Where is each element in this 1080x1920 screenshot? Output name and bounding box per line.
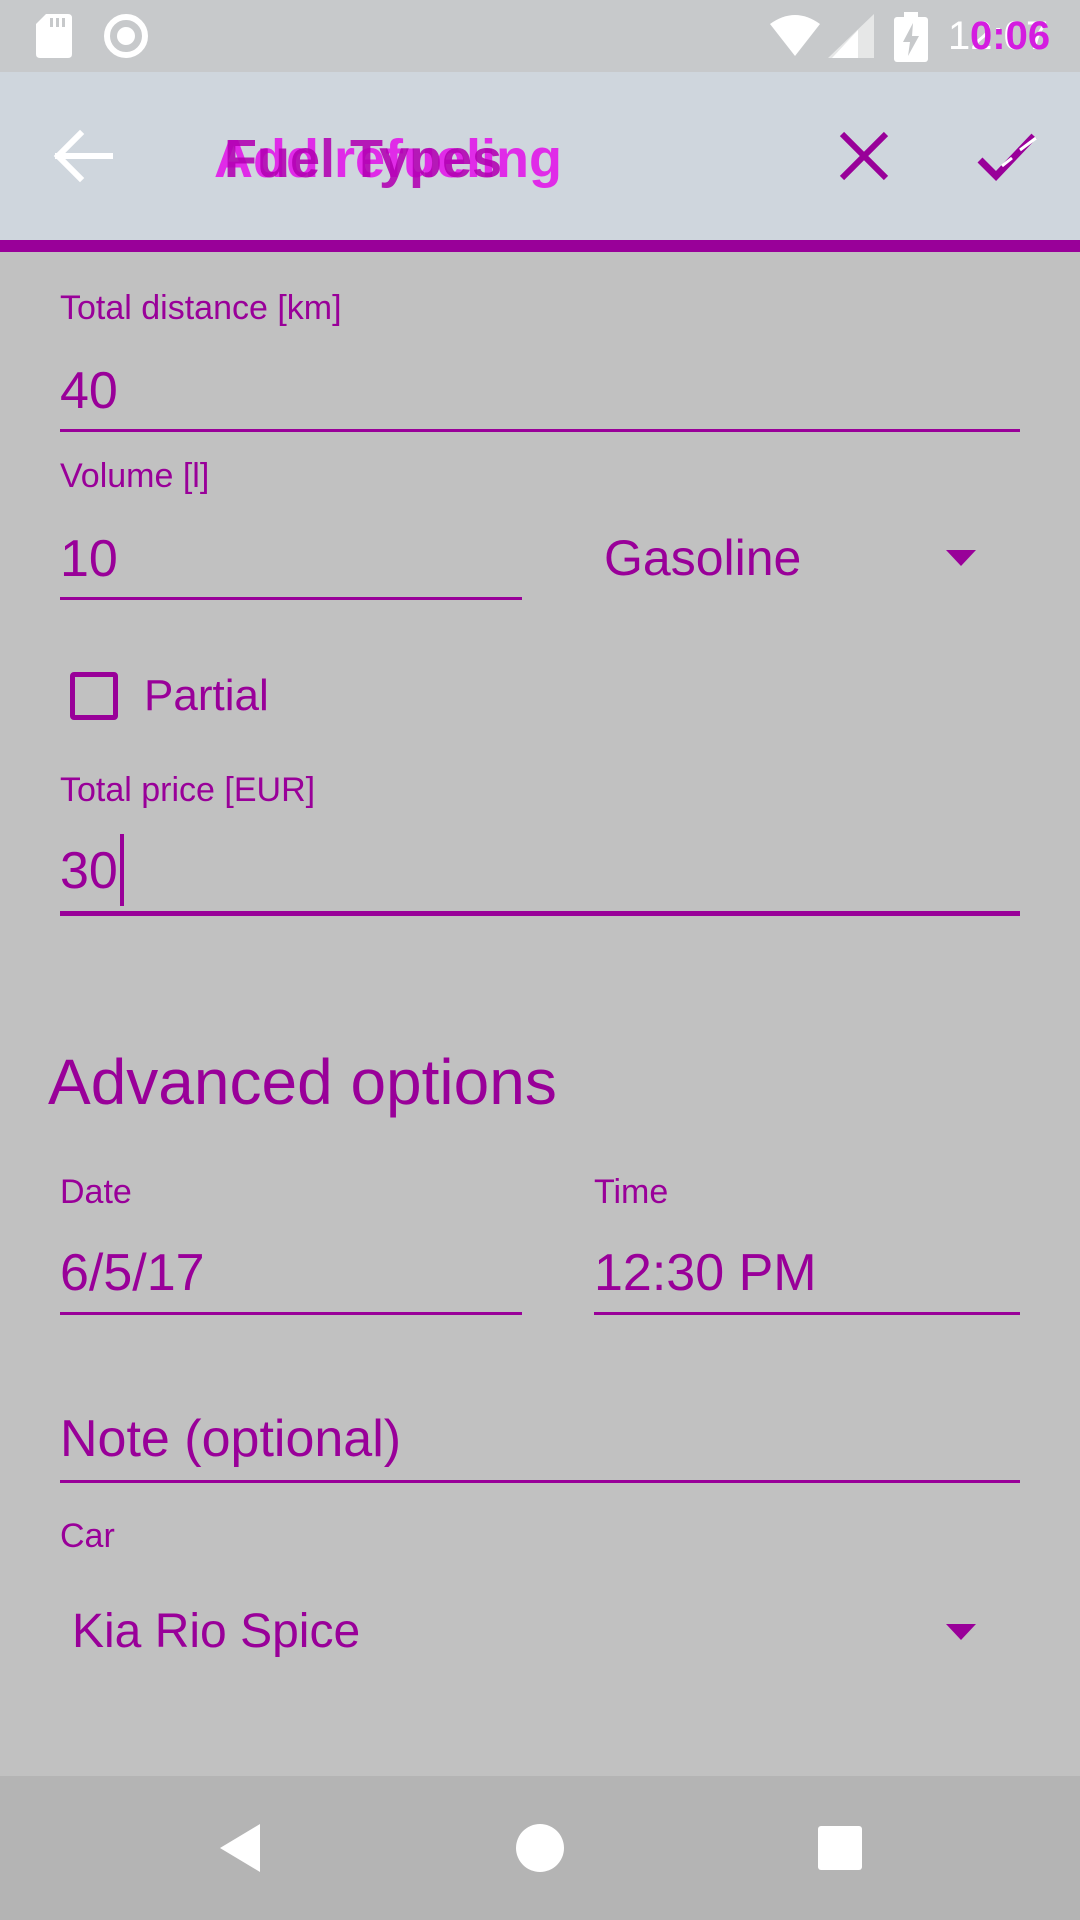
page-title: Add refueling Fuel Types [214, 124, 634, 194]
text-cursor [120, 834, 124, 906]
close-icon[interactable] [836, 124, 892, 188]
sd-card-icon [36, 14, 72, 58]
fuel-type-value: Gasoline [604, 530, 802, 586]
nav-back-icon[interactable] [216, 1822, 264, 1874]
wifi-icon [770, 15, 820, 56]
date-field[interactable]: 6/5/17 [60, 1242, 205, 1304]
partial-label[interactable]: Partial [144, 668, 269, 724]
date-label: Date [60, 1173, 132, 1211]
total-distance-label: Total distance [km] [60, 289, 342, 327]
volume-input[interactable]: 10 [60, 528, 118, 590]
circle-icon [104, 14, 148, 58]
total-price-input[interactable]: 30 [60, 840, 118, 902]
dropdown-arrow-icon [946, 550, 976, 566]
signal-icon [828, 14, 874, 58]
note-underline [60, 1480, 1020, 1483]
status-time-overlay: 0:06 [970, 14, 1051, 58]
total-price-label: Total price [EUR] [60, 771, 316, 809]
time-field[interactable]: 12:30 PM [594, 1242, 817, 1304]
done-all-icon[interactable] [976, 124, 1040, 188]
volume-underline [60, 597, 522, 600]
dropdown-arrow-icon [946, 1624, 976, 1640]
partial-checkbox[interactable] [70, 672, 118, 720]
car-label: Car [60, 1517, 115, 1555]
total-distance-input[interactable]: 40 [60, 360, 118, 422]
car-dropdown[interactable]: Kia Rio Spice [72, 1600, 984, 1664]
status-bar: 12:07 0:06 [0, 0, 1080, 72]
back-arrow-icon[interactable] [50, 124, 114, 188]
battery-charging-icon [894, 12, 928, 62]
note-input[interactable]: Note (optional) [60, 1408, 401, 1470]
volume-label: Volume [l] [60, 457, 210, 495]
fuel-type-dropdown[interactable]: Gasoline [604, 526, 984, 590]
car-value: Kia Rio Spice [72, 1605, 361, 1658]
status-clock: 12:07 0:06 [948, 12, 1058, 60]
nav-home-icon[interactable] [516, 1824, 564, 1872]
time-label: Time [594, 1173, 669, 1211]
time-underline [594, 1312, 1020, 1315]
page-title-overlay: Fuel Types [224, 129, 503, 189]
date-underline [60, 1312, 522, 1315]
app-bar-divider [0, 240, 1080, 252]
total-price-underline [60, 911, 1020, 916]
advanced-options-heading: Advanced options [48, 1046, 557, 1118]
total-distance-underline [60, 429, 1020, 432]
nav-recents-icon[interactable] [816, 1824, 864, 1872]
